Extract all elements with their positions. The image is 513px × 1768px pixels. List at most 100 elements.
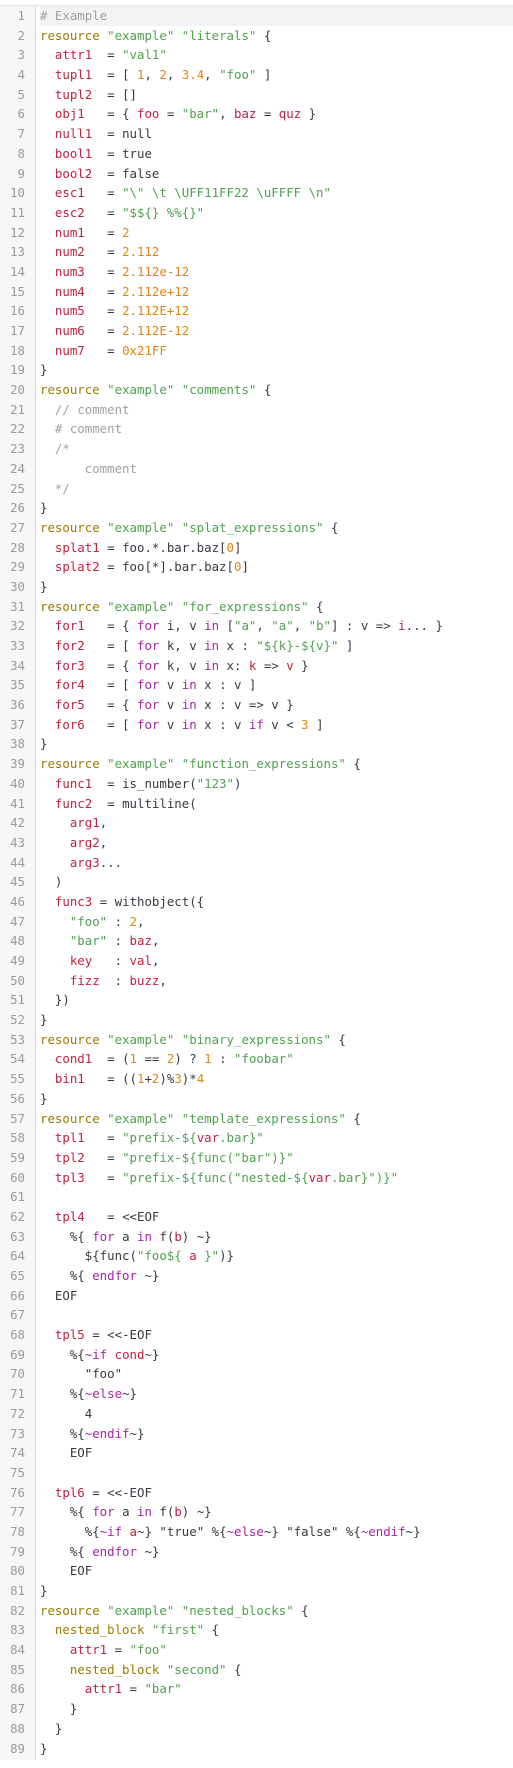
code-token-attr: num2 (54, 244, 85, 260)
code-token-attr: func3 (54, 893, 93, 909)
code-token-comment: # Example (40, 8, 108, 23)
code-line: func2 = multiline( (40, 794, 513, 814)
code-token-number: 2.112E-12 (122, 323, 190, 338)
code-token-plain: = (84, 204, 123, 220)
line-number: 81 (10, 1583, 25, 1598)
code-line: for6 = [ for v in x : v if v < 3 ] (40, 715, 513, 735)
code-token-plain: } (40, 1583, 48, 1598)
code-token-string: "bar" (181, 106, 220, 122)
code-token-attr: tpl6 (54, 1484, 85, 1500)
code-token-plain: = foo[*].bar.baz[ (99, 559, 234, 575)
code-token-attr: cond1 (54, 1051, 93, 1067)
code-token-plain: %{ (40, 1504, 93, 1520)
code-token-plain: { (256, 382, 272, 398)
line-number: 68 (10, 1327, 25, 1343)
code-line: arg2, (40, 833, 513, 853)
code-line: for1 = { for i, v in ["a", "a", "b"] : v… (40, 616, 513, 636)
line-number: 17 (10, 323, 25, 338)
code-token-plain: : (107, 933, 130, 949)
line-number: 15 (10, 283, 25, 299)
code-line: 4 (40, 1404, 513, 1424)
code-token-number: 2 (159, 67, 167, 83)
code-token-attr: for1 (54, 618, 85, 634)
code-token-attr: for6 (54, 716, 85, 732)
code-token-plain: ... } (405, 618, 443, 634)
code-line: tpl2 = "prefix-${func("bar")}" (40, 1148, 513, 1168)
code-token-number: 3 (174, 1071, 182, 1087)
code-line: "bar" : baz, (40, 931, 513, 951)
line-number: 71 (10, 1386, 25, 1402)
code-token-plain: [ (219, 618, 234, 634)
line-number: 7 (17, 126, 25, 142)
code-token-control: in (181, 677, 197, 693)
code-token-string: "comments" (181, 382, 257, 398)
code-token-plain: { (330, 1031, 346, 1047)
line-number: 36 (10, 697, 25, 713)
code-line: // comment (40, 400, 513, 420)
code-token-string: "first" (151, 1622, 205, 1638)
line-number: 9 (17, 165, 25, 181)
code-token-attr: splat2 (54, 559, 100, 575)
code-token-plain: %{ (40, 1425, 85, 1441)
code-line: tpl3 = "prefix-${func("nested-${var.bar}… (40, 1168, 513, 1188)
line-number: 54 (10, 1051, 25, 1067)
code-line: num4 = 2.112e+12 (40, 282, 513, 302)
code-token-plain: ) (233, 775, 242, 791)
code-token-plain: v < (263, 716, 302, 732)
code-token-plain: , (137, 913, 145, 929)
code-line: for2 = [ for k, v in x : "${k}-${v}" ] (40, 636, 513, 656)
code-token-plain: ) (40, 874, 63, 890)
code-line: esc1 = "\" \t \UFF11FF22 \uFFFF \n" (40, 183, 513, 203)
code-token-plain: = (84, 342, 123, 358)
code-token-number: 2 (129, 913, 138, 929)
code-token-control: ~endif (84, 1425, 130, 1441)
code-token-attr: obj1 (54, 106, 85, 122)
code-token-plain: { (226, 1661, 242, 1677)
code-line: esc2 = "$${} %%{}" (40, 203, 513, 223)
code-token-plain: ] (256, 67, 272, 83)
code-token-plain: = (84, 224, 123, 240)
code-editor[interactable]: 1 2 3 4 5 6 7 8 9 10 11 12 13 14 15 16 17 18 19 20 21 22 23 24 2… (0, 5, 513, 1760)
code-token-plain: , (144, 67, 160, 83)
code-token-plain: , (159, 972, 167, 988)
line-number: 65 (10, 1268, 25, 1283)
code-token-plain: = multiline( (92, 795, 197, 811)
code-token-number: 2.112e-12 (122, 263, 190, 279)
line-number: 39 (10, 756, 25, 772)
code-token-plain: %{ (40, 1228, 93, 1244)
code-line: attr1 = "foo" (40, 1640, 513, 1660)
code-token-attr: esc1 (54, 185, 85, 201)
code-line: %{ for a in f(b) ~} (40, 1502, 513, 1522)
code-token-plain: %{ (40, 1386, 85, 1402)
code-area[interactable]: # Example resource "example" "literals" {… (40, 6, 513, 1758)
line-number: 24 (10, 460, 25, 476)
code-token-string: "example" (107, 1110, 175, 1126)
code-token-plain: %{ (40, 1523, 100, 1539)
code-token-attr: baz (234, 106, 257, 122)
code-token-number: 1 (129, 1051, 138, 1067)
code-token-plain: : (99, 972, 130, 988)
code-token-attr: for4 (54, 677, 85, 693)
line-number: 34 (10, 657, 25, 673)
line-number: 69 (10, 1346, 25, 1362)
code-token-plain: ) ~} (181, 1504, 212, 1520)
code-token-plain: , (151, 953, 160, 968)
code-line: } (40, 734, 513, 754)
code-token-plain: ] : v => (331, 618, 399, 634)
line-number: 41 (10, 795, 25, 811)
code-line: resource "example" "nested_blocks" { (40, 1601, 513, 1621)
